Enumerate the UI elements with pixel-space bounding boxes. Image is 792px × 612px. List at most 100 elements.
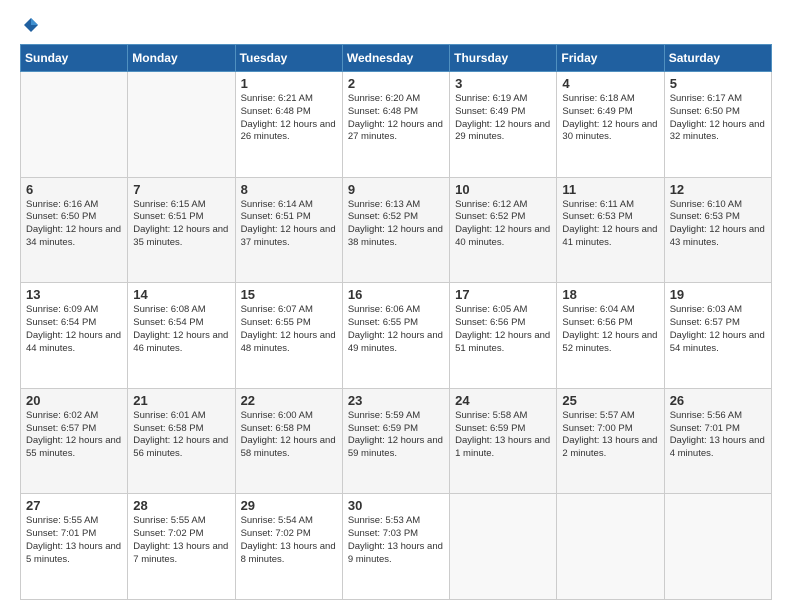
day-number: 19 bbox=[670, 287, 767, 302]
calendar-cell: 23 Sunrise: 5:59 AM Sunset: 6:59 PM Dayli… bbox=[342, 388, 449, 494]
calendar-cell: 14 Sunrise: 6:08 AM Sunset: 6:54 PM Dayli… bbox=[128, 283, 235, 389]
cell-info: Sunrise: 6:13 AM Sunset: 6:52 PM Dayligh… bbox=[348, 199, 445, 250]
calendar-cell: 26 Sunrise: 5:56 AM Sunset: 7:01 PM Dayli… bbox=[664, 388, 771, 494]
day-number: 6 bbox=[26, 182, 123, 197]
day-number: 9 bbox=[348, 182, 445, 197]
calendar-cell: 20 Sunrise: 6:02 AM Sunset: 6:57 PM Dayli… bbox=[21, 388, 128, 494]
calendar-cell: 7 Sunrise: 6:15 AM Sunset: 6:51 PM Daylig… bbox=[128, 177, 235, 283]
col-header-sunday: Sunday bbox=[21, 45, 128, 72]
col-header-tuesday: Tuesday bbox=[235, 45, 342, 72]
calendar-week-row: 20 Sunrise: 6:02 AM Sunset: 6:57 PM Dayli… bbox=[21, 388, 772, 494]
day-number: 23 bbox=[348, 393, 445, 408]
calendar-cell: 17 Sunrise: 6:05 AM Sunset: 6:56 PM Dayli… bbox=[450, 283, 557, 389]
calendar-cell: 2 Sunrise: 6:20 AM Sunset: 6:48 PM Daylig… bbox=[342, 72, 449, 178]
col-header-saturday: Saturday bbox=[664, 45, 771, 72]
day-number: 26 bbox=[670, 393, 767, 408]
day-number: 22 bbox=[241, 393, 338, 408]
calendar-cell: 1 Sunrise: 6:21 AM Sunset: 6:48 PM Daylig… bbox=[235, 72, 342, 178]
cell-info: Sunrise: 5:57 AM Sunset: 7:00 PM Dayligh… bbox=[562, 410, 659, 461]
calendar-cell: 29 Sunrise: 5:54 AM Sunset: 7:02 PM Dayli… bbox=[235, 494, 342, 600]
cell-info: Sunrise: 6:01 AM Sunset: 6:58 PM Dayligh… bbox=[133, 410, 230, 461]
logo bbox=[20, 16, 42, 34]
page: SundayMondayTuesdayWednesdayThursdayFrid… bbox=[0, 0, 792, 612]
calendar-cell: 9 Sunrise: 6:13 AM Sunset: 6:52 PM Daylig… bbox=[342, 177, 449, 283]
day-number: 1 bbox=[241, 76, 338, 91]
day-number: 2 bbox=[348, 76, 445, 91]
cell-info: Sunrise: 5:56 AM Sunset: 7:01 PM Dayligh… bbox=[670, 410, 767, 461]
day-number: 24 bbox=[455, 393, 552, 408]
col-header-friday: Friday bbox=[557, 45, 664, 72]
calendar-cell: 6Sunrise: 6:16 AM Sunset: 6:50 PM Daylig… bbox=[21, 177, 128, 283]
cell-info: Sunrise: 5:53 AM Sunset: 7:03 PM Dayligh… bbox=[348, 515, 445, 566]
day-number: 20 bbox=[26, 393, 123, 408]
day-number: 4 bbox=[562, 76, 659, 91]
logo-icon bbox=[22, 16, 40, 34]
day-number: 13 bbox=[26, 287, 123, 302]
calendar-week-row: 27 Sunrise: 5:55 AM Sunset: 7:01 PM Dayli… bbox=[21, 494, 772, 600]
day-number: 5 bbox=[670, 76, 767, 91]
calendar-week-row: 6Sunrise: 6:16 AM Sunset: 6:50 PM Daylig… bbox=[21, 177, 772, 283]
day-number: 29 bbox=[241, 498, 338, 513]
day-number: 12 bbox=[670, 182, 767, 197]
cell-info: Sunrise: 5:55 AM Sunset: 7:02 PM Dayligh… bbox=[133, 515, 230, 566]
calendar-cell: 11 Sunrise: 6:11 AM Sunset: 6:53 PM Dayli… bbox=[557, 177, 664, 283]
calendar-week-row: 13 Sunrise: 6:09 AM Sunset: 6:54 PM Dayli… bbox=[21, 283, 772, 389]
calendar-cell: 5 Sunrise: 6:17 AM Sunset: 6:50 PM Daylig… bbox=[664, 72, 771, 178]
calendar-cell: 13 Sunrise: 6:09 AM Sunset: 6:54 PM Dayli… bbox=[21, 283, 128, 389]
day-number: 30 bbox=[348, 498, 445, 513]
header bbox=[20, 16, 772, 34]
calendar-cell bbox=[557, 494, 664, 600]
calendar-cell: 12Sunrise: 6:10 AM Sunset: 6:53 PM Dayli… bbox=[664, 177, 771, 283]
day-number: 16 bbox=[348, 287, 445, 302]
day-number: 21 bbox=[133, 393, 230, 408]
cell-info: Sunrise: 6:17 AM Sunset: 6:50 PM Dayligh… bbox=[670, 93, 767, 144]
cell-info: Sunrise: 6:06 AM Sunset: 6:55 PM Dayligh… bbox=[348, 304, 445, 355]
cell-info: Sunrise: 5:58 AM Sunset: 6:59 PM Dayligh… bbox=[455, 410, 552, 461]
calendar-cell bbox=[664, 494, 771, 600]
calendar-cell bbox=[128, 72, 235, 178]
day-number: 27 bbox=[26, 498, 123, 513]
cell-info: Sunrise: 6:00 AM Sunset: 6:58 PM Dayligh… bbox=[241, 410, 338, 461]
day-number: 18 bbox=[562, 287, 659, 302]
day-number: 8 bbox=[241, 182, 338, 197]
cell-info: Sunrise: 6:07 AM Sunset: 6:55 PM Dayligh… bbox=[241, 304, 338, 355]
cell-info: Sunrise: 5:54 AM Sunset: 7:02 PM Dayligh… bbox=[241, 515, 338, 566]
calendar-cell bbox=[450, 494, 557, 600]
calendar-table: SundayMondayTuesdayWednesdayThursdayFrid… bbox=[20, 44, 772, 600]
cell-info: Sunrise: 6:03 AM Sunset: 6:57 PM Dayligh… bbox=[670, 304, 767, 355]
cell-info: Sunrise: 6:11 AM Sunset: 6:53 PM Dayligh… bbox=[562, 199, 659, 250]
calendar-cell: 19 Sunrise: 6:03 AM Sunset: 6:57 PM Dayli… bbox=[664, 283, 771, 389]
col-header-thursday: Thursday bbox=[450, 45, 557, 72]
calendar-cell: 3 Sunrise: 6:19 AM Sunset: 6:49 PM Daylig… bbox=[450, 72, 557, 178]
calendar-cell: 15Sunrise: 6:07 AM Sunset: 6:55 PM Dayli… bbox=[235, 283, 342, 389]
day-number: 10 bbox=[455, 182, 552, 197]
calendar-cell: 16 Sunrise: 6:06 AM Sunset: 6:55 PM Dayli… bbox=[342, 283, 449, 389]
col-header-monday: Monday bbox=[128, 45, 235, 72]
cell-info: Sunrise: 6:21 AM Sunset: 6:48 PM Dayligh… bbox=[241, 93, 338, 144]
cell-info: Sunrise: 6:02 AM Sunset: 6:57 PM Dayligh… bbox=[26, 410, 123, 461]
cell-info: Sunrise: 6:14 AM Sunset: 6:51 PM Dayligh… bbox=[241, 199, 338, 250]
cell-info: Sunrise: 5:55 AM Sunset: 7:01 PM Dayligh… bbox=[26, 515, 123, 566]
calendar-header-row: SundayMondayTuesdayWednesdayThursdayFrid… bbox=[21, 45, 772, 72]
calendar-cell: 18Sunrise: 6:04 AM Sunset: 6:56 PM Dayli… bbox=[557, 283, 664, 389]
day-number: 17 bbox=[455, 287, 552, 302]
day-number: 11 bbox=[562, 182, 659, 197]
calendar-cell: 27 Sunrise: 5:55 AM Sunset: 7:01 PM Dayli… bbox=[21, 494, 128, 600]
day-number: 7 bbox=[133, 182, 230, 197]
cell-info: Sunrise: 6:09 AM Sunset: 6:54 PM Dayligh… bbox=[26, 304, 123, 355]
cell-info: Sunrise: 6:05 AM Sunset: 6:56 PM Dayligh… bbox=[455, 304, 552, 355]
cell-info: Sunrise: 6:19 AM Sunset: 6:49 PM Dayligh… bbox=[455, 93, 552, 144]
calendar-cell: 8 Sunrise: 6:14 AM Sunset: 6:51 PM Daylig… bbox=[235, 177, 342, 283]
cell-info: Sunrise: 6:12 AM Sunset: 6:52 PM Dayligh… bbox=[455, 199, 552, 250]
col-header-wednesday: Wednesday bbox=[342, 45, 449, 72]
day-number: 3 bbox=[455, 76, 552, 91]
calendar-cell: 22 Sunrise: 6:00 AM Sunset: 6:58 PM Dayli… bbox=[235, 388, 342, 494]
cell-info: Sunrise: 5:59 AM Sunset: 6:59 PM Dayligh… bbox=[348, 410, 445, 461]
cell-info: Sunrise: 6:15 AM Sunset: 6:51 PM Dayligh… bbox=[133, 199, 230, 250]
cell-info: Sunrise: 6:08 AM Sunset: 6:54 PM Dayligh… bbox=[133, 304, 230, 355]
day-number: 14 bbox=[133, 287, 230, 302]
day-number: 28 bbox=[133, 498, 230, 513]
calendar-cell bbox=[21, 72, 128, 178]
calendar-cell: 4Sunrise: 6:18 AM Sunset: 6:49 PM Daylig… bbox=[557, 72, 664, 178]
cell-info: Sunrise: 6:20 AM Sunset: 6:48 PM Dayligh… bbox=[348, 93, 445, 144]
